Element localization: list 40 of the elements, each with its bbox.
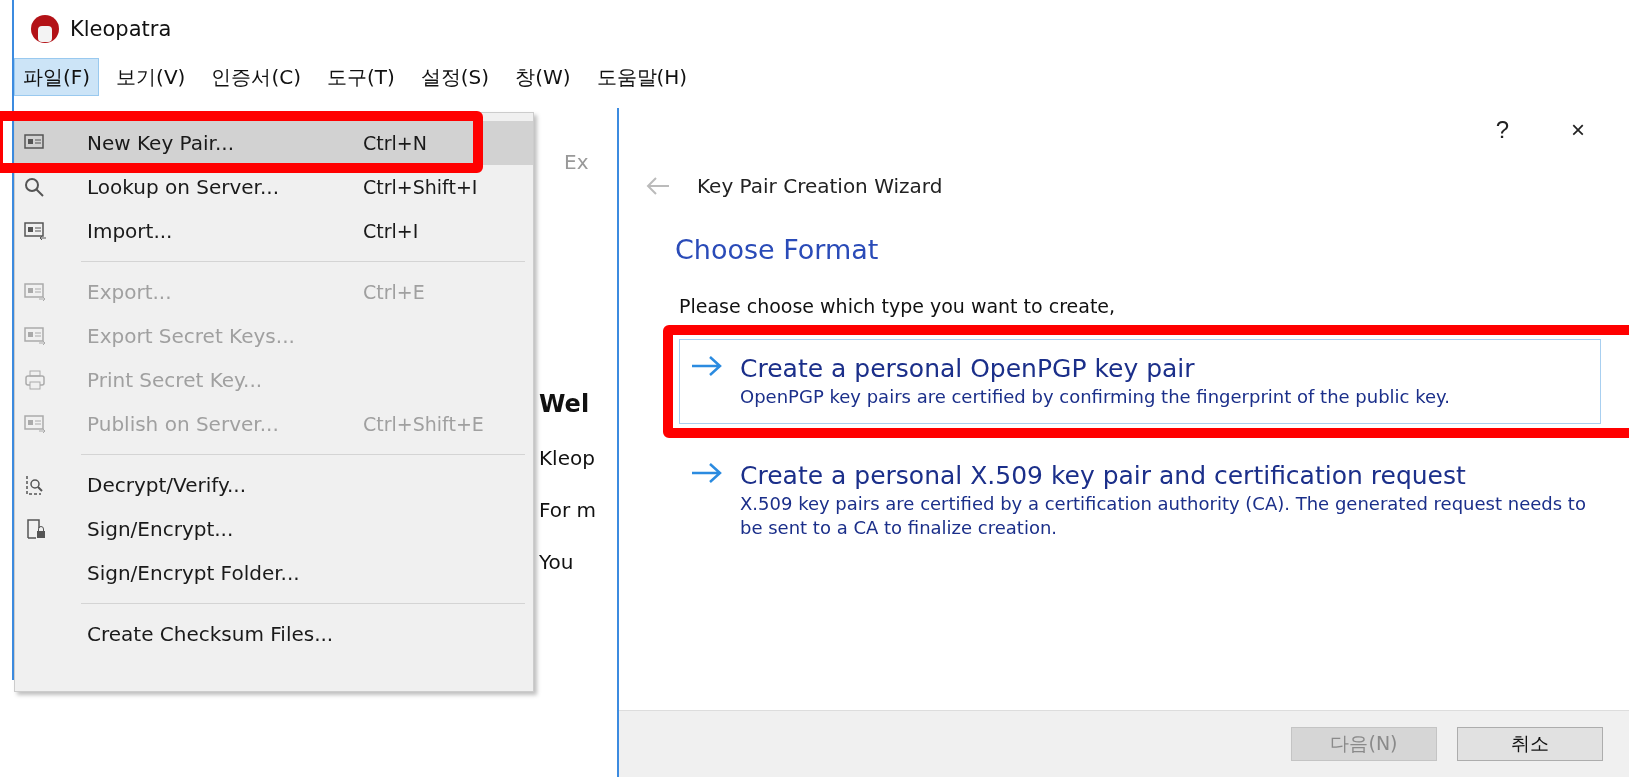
menu-item[interactable]: Sign/Encrypt... [15, 507, 533, 551]
key-card-icon [23, 325, 47, 347]
cancel-button[interactable]: 취소 [1457, 727, 1603, 761]
arrow-right-icon [690, 354, 724, 378]
help-button[interactable]: ? [1489, 116, 1515, 144]
menu-title[interactable]: 보기(V) [107, 58, 195, 96]
option-title: Create a personal X.509 key pair and certification request [740, 461, 1467, 490]
menu-title[interactable]: 도구(T) [318, 58, 404, 96]
menu-item[interactable]: Create Checksum Files... [15, 612, 533, 656]
key-card-icon [23, 413, 47, 435]
dialog-title: Key Pair Creation Wizard [697, 174, 943, 198]
body-text: You [539, 550, 575, 574]
body-text: Kleop [539, 446, 596, 470]
key-card-icon [23, 281, 47, 303]
key-card-icon [23, 220, 47, 242]
arrow-right-icon [690, 461, 724, 485]
option-title: Create a personal OpenPGP key pair [740, 354, 1196, 383]
menu-title[interactable]: 도움말(H) [587, 58, 697, 96]
welcome-heading: Wel [539, 390, 591, 418]
close-button[interactable]: × [1565, 116, 1591, 144]
body-text: For m [539, 498, 597, 522]
menu-title[interactable]: 창(W) [506, 58, 580, 96]
app-logo-icon [30, 14, 60, 44]
option-description: X.509 key pairs are certified by a certification authority (CA). The generated request needs to be sent to a CA to finalize creation. [740, 492, 1587, 540]
format-option[interactable]: Create a personal OpenPGP key pair OpenPGP key pairs are certified by confirming the fingerprint of the public key. [679, 339, 1601, 424]
page-heading: Choose Format [675, 234, 880, 265]
prompt-text: Please choose which type you want to create, [679, 295, 1117, 317]
menu-title[interactable]: 설정(S) [411, 58, 499, 96]
printer-icon [23, 369, 47, 391]
menu-item[interactable]: Import... Ctrl+I [15, 209, 533, 253]
back-arrow-icon[interactable] [645, 176, 671, 196]
option-description: OpenPGP key pairs are certified by confirming the fingerprint of the public key. [740, 385, 1451, 409]
menu-item[interactable]: Sign/Encrypt Folder... [15, 551, 533, 595]
window-title: Kleopatra [70, 17, 172, 41]
format-option[interactable]: Create a personal X.509 key pair and certification request X.509 key pairs are certified by a certification authority (CA). The generated request needs to be sent to a CA to finalize creation. [679, 446, 1601, 555]
menu-item[interactable]: Decrypt/Verify... [15, 463, 533, 507]
menu-title[interactable]: 인증서(C) [202, 58, 310, 96]
menu-item[interactable]: Lookup on Server... Ctrl+Shift+I [15, 165, 533, 209]
menu-title[interactable]: 파일(F) [14, 58, 100, 96]
menu-item[interactable]: New Key Pair... Ctrl+N [15, 121, 533, 165]
